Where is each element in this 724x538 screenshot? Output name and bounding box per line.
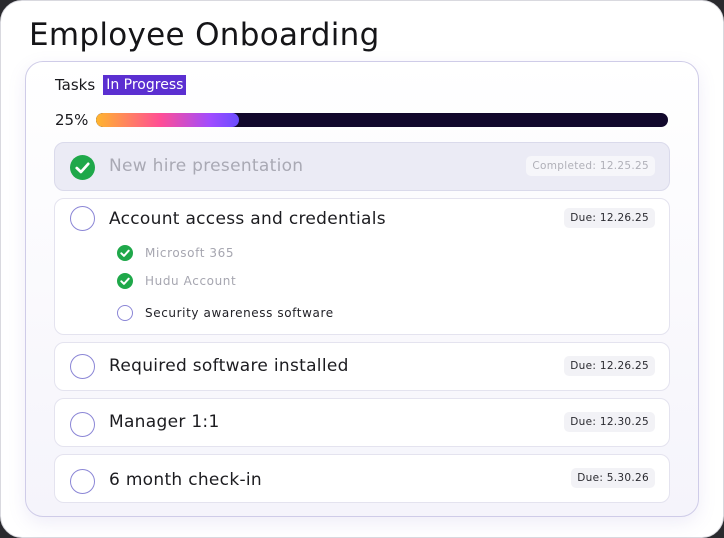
subtask-hudu-account[interactable]: Hudu Account <box>117 273 236 289</box>
empty-circle-icon[interactable] <box>70 354 95 379</box>
task-title: Manager 1:1 <box>109 412 220 432</box>
tasks-panel: Tasks In Progress 25% New hire presentat… <box>25 61 699 517</box>
empty-circle-icon[interactable] <box>117 305 133 321</box>
progress-bar-fill <box>96 113 239 127</box>
tasks-header: Tasks In Progress <box>55 75 187 95</box>
progress-bar <box>96 113 668 127</box>
empty-circle-icon[interactable] <box>70 469 95 494</box>
tasks-label: Tasks <box>55 76 96 94</box>
subtask-security-awareness[interactable]: Security awareness software <box>117 305 334 321</box>
empty-circle-icon[interactable] <box>70 206 95 231</box>
subtask-label: Security awareness software <box>145 306 334 320</box>
due-date-badge: Due: 12.30.25 <box>564 412 655 432</box>
task-title: 6 month check-in <box>109 470 263 490</box>
empty-circle-icon[interactable] <box>70 412 95 437</box>
subtask-microsoft-365[interactable]: Microsoft 365 <box>117 245 234 261</box>
progress-percentage: 25% <box>55 111 89 129</box>
onboarding-window: Employee Onboarding Tasks In Progress 25… <box>0 0 724 538</box>
task-card-account-access[interactable]: Account access and credentials Due: 12.2… <box>54 198 670 335</box>
progress-row: 25% <box>55 111 668 129</box>
due-date-badge: Due: 5.30.26 <box>571 468 655 488</box>
status-badge: In Progress <box>103 75 187 95</box>
due-date-badge: Due: 12.26.25 <box>564 356 655 376</box>
task-card-new-hire-presentation[interactable]: New hire presentation Completed: 12.25.2… <box>54 142 670 191</box>
subtask-label: Microsoft 365 <box>145 246 235 260</box>
completed-date-badge: Completed: 12.25.25 <box>526 156 655 176</box>
due-date-badge: Due: 12.26.25 <box>564 208 655 228</box>
task-card-required-software[interactable]: Required software installed Due: 12.26.2… <box>54 342 670 391</box>
check-circle-icon[interactable] <box>70 155 95 180</box>
task-title: New hire presentation <box>109 156 304 176</box>
task-title: Required software installed <box>109 356 349 376</box>
page-title: Employee Onboarding <box>29 17 380 53</box>
check-circle-icon[interactable] <box>117 245 133 261</box>
task-card-manager-1-1[interactable]: Manager 1:1 Due: 12.30.25 <box>54 398 670 447</box>
check-circle-icon[interactable] <box>117 273 133 289</box>
task-title: Account access and credentials <box>109 209 386 229</box>
task-card-6-month-check-in[interactable]: 6 month check-in Due: 5.30.26 <box>54 454 670 503</box>
subtask-label: Hudu Account <box>145 274 237 288</box>
